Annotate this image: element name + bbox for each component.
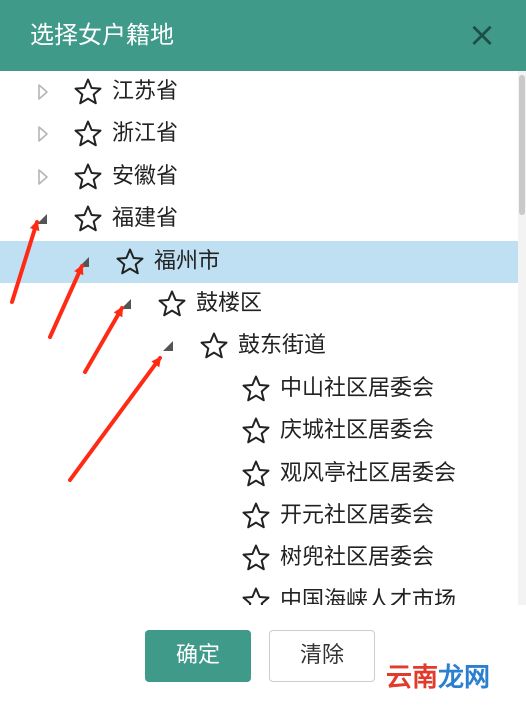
tree-node[interactable]: 树兜社区居委会 bbox=[0, 537, 526, 579]
tree-node[interactable]: 鼓东街道 bbox=[0, 325, 526, 367]
tree-node[interactable]: 开元社区居委会 bbox=[0, 495, 526, 537]
star-outline-icon[interactable] bbox=[199, 331, 229, 361]
tree-node-label[interactable]: 观风亭社区居委会 bbox=[280, 457, 456, 491]
tree-node[interactable]: 安徽省 bbox=[0, 156, 526, 198]
tree-node[interactable]: 观风亭社区居委会 bbox=[0, 453, 526, 495]
confirm-button[interactable]: 确定 bbox=[145, 630, 251, 682]
star-outline-icon[interactable] bbox=[73, 77, 103, 107]
collapse-triangle-icon[interactable] bbox=[34, 164, 52, 190]
select-household-dialog: 选择女户籍地 × 江苏省浙江省安徽省福建省福州市鼓楼区鼓东街道中山社区居委会 庆城… bbox=[0, 0, 526, 707]
tree-node[interactable]: 江苏省 bbox=[0, 71, 526, 113]
star-outline-icon[interactable] bbox=[157, 289, 187, 319]
tree-node-label[interactable]: 树兜社区居委会 bbox=[280, 541, 434, 575]
tree-node-label[interactable]: 福建省 bbox=[112, 202, 178, 236]
dialog-title: 选择女户籍地 bbox=[30, 21, 174, 49]
star-outline-icon[interactable] bbox=[115, 247, 145, 277]
tree-node-label[interactable]: 鼓楼区 bbox=[196, 287, 262, 321]
star-outline-icon[interactable] bbox=[241, 374, 271, 404]
expand-triangle-icon[interactable] bbox=[34, 206, 52, 232]
star-outline-icon[interactable] bbox=[73, 204, 103, 234]
tree-node-label[interactable]: 中山社区居委会 bbox=[280, 372, 434, 406]
tree-node[interactable]: 庆城社区居委会 bbox=[0, 410, 526, 452]
tree-node-label[interactable]: 安徽省 bbox=[112, 160, 178, 194]
star-outline-icon[interactable] bbox=[241, 543, 271, 573]
tree-node-label[interactable]: 中国海峡人才市场 bbox=[280, 584, 456, 605]
expand-triangle-icon[interactable] bbox=[118, 291, 136, 317]
scrollbar-thumb[interactable] bbox=[519, 75, 525, 215]
tree-node-label[interactable]: 福州市 bbox=[154, 245, 220, 279]
expand-triangle-icon[interactable] bbox=[160, 333, 178, 359]
tree-node[interactable]: 中国海峡人才市场 bbox=[0, 580, 526, 605]
tree-node[interactable]: 中山社区居委会 bbox=[0, 368, 526, 410]
region-tree: 江苏省浙江省安徽省福建省福州市鼓楼区鼓东街道中山社区居委会 庆城社区居委会 观风亭社… bbox=[0, 71, 526, 605]
tree-node[interactable]: 福建省 bbox=[0, 198, 526, 240]
tree-node-label[interactable]: 鼓东街道 bbox=[238, 329, 326, 363]
tree-node-label[interactable]: 江苏省 bbox=[112, 75, 178, 109]
star-outline-icon[interactable] bbox=[73, 119, 103, 149]
dialog-header: 选择女户籍地 × bbox=[0, 0, 526, 71]
close-icon[interactable]: × bbox=[466, 16, 498, 54]
tree-node-label[interactable]: 浙江省 bbox=[112, 117, 178, 151]
tree-scrollbar[interactable] bbox=[518, 71, 526, 605]
collapse-triangle-icon[interactable] bbox=[34, 79, 52, 105]
collapse-triangle-icon[interactable] bbox=[34, 121, 52, 147]
clear-button[interactable]: 清除 bbox=[269, 630, 375, 682]
expand-triangle-icon[interactable] bbox=[76, 249, 94, 275]
watermark-logo: 云南龙网 bbox=[379, 660, 496, 696]
star-outline-icon[interactable] bbox=[241, 501, 271, 531]
star-outline-icon[interactable] bbox=[241, 586, 271, 605]
tree-node[interactable]: 浙江省 bbox=[0, 113, 526, 155]
star-outline-icon[interactable] bbox=[241, 459, 271, 489]
tree-node[interactable]: 福州市 bbox=[0, 241, 526, 283]
tree-node-label[interactable]: 庆城社区居委会 bbox=[280, 414, 434, 448]
star-outline-icon[interactable] bbox=[241, 416, 271, 446]
tree-node[interactable]: 鼓楼区 bbox=[0, 283, 526, 325]
tree-node-label[interactable]: 开元社区居委会 bbox=[280, 499, 434, 533]
star-outline-icon[interactable] bbox=[73, 162, 103, 192]
